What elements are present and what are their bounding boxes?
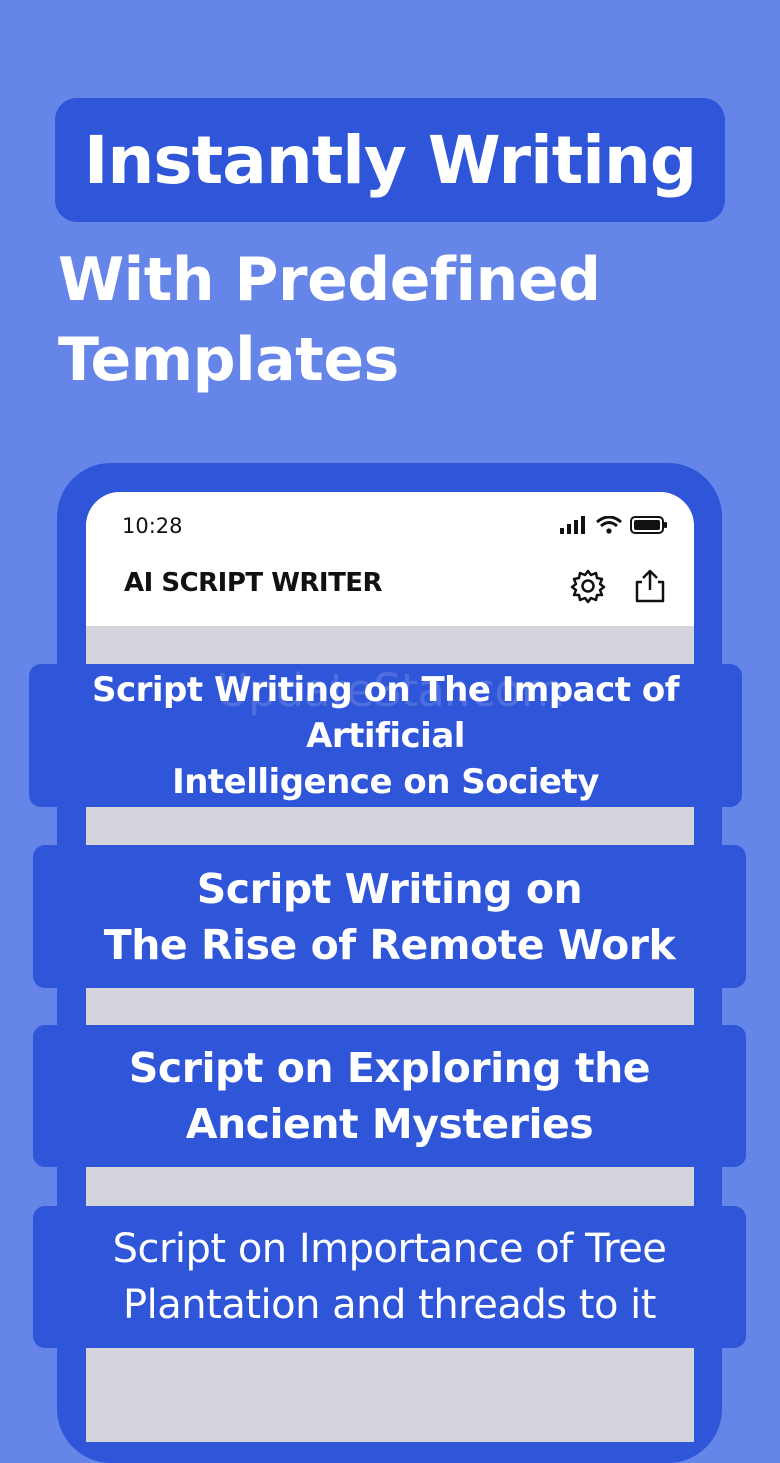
status-icons xyxy=(560,516,668,534)
template-label: Script on Exploring the Ancient Mysterie… xyxy=(128,1044,651,1148)
template-card-ancient-mysteries[interactable]: Script on Exploring the Ancient Mysterie… xyxy=(33,1025,746,1167)
gear-icon[interactable] xyxy=(570,568,606,604)
signal-icon xyxy=(560,516,585,534)
wifi-icon xyxy=(596,516,622,534)
template-card-tree-plantation[interactable]: Script on Importance of Tree Plantation … xyxy=(33,1206,746,1348)
app-header: 10:28 AI SCRIPT WRITER xyxy=(86,492,694,626)
template-label: Script Writing on The Rise of Remote Wor… xyxy=(103,864,676,969)
hero-title: Instantly Writing xyxy=(83,121,697,199)
app-title: AI SCRIPT WRITER xyxy=(124,568,383,598)
template-label: Script on Importance of Tree Plantation … xyxy=(112,1226,667,1328)
hero-subtitle: With Predefined Templates xyxy=(58,245,601,395)
battery-icon xyxy=(630,516,667,534)
status-time: 10:28 xyxy=(122,514,183,538)
template-card-remote-work[interactable]: Script Writing on The Rise of Remote Wor… xyxy=(33,845,746,988)
share-icon[interactable] xyxy=(632,568,668,604)
watermark: UpdateStar.com xyxy=(216,664,565,717)
hero-title-box: Instantly Writing xyxy=(55,98,725,222)
